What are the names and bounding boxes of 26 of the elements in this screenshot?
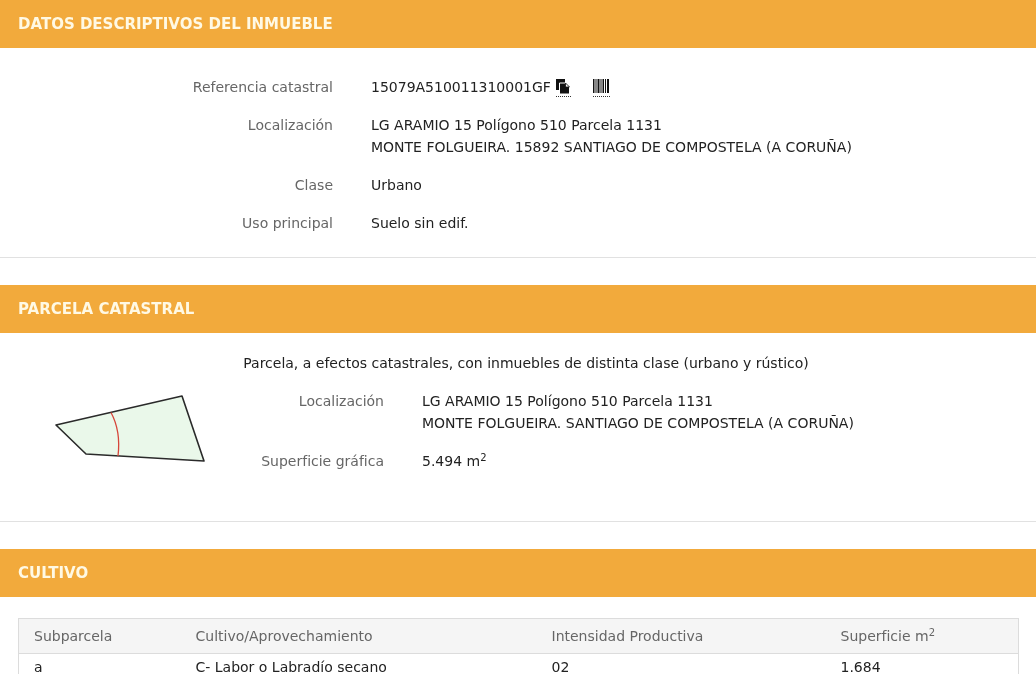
section-header: PARCELA CATASTRAL: [0, 285, 1036, 333]
column-header: Cultivo/Aprovechamiento: [180, 618, 537, 654]
table-cell: a: [18, 653, 181, 674]
section-header: CULTIVO: [0, 549, 1036, 597]
section-header: DATOS DESCRIPTIVOS DEL INMUEBLE: [0, 0, 1036, 48]
field-value: 15079A510011310001GF: [371, 78, 551, 97]
field-value: 5.494 m$^{2}$: [422, 451, 487, 471]
field-value: Suelo sin edif.: [371, 214, 469, 233]
field-label: Superficie gráfica: [261, 452, 384, 471]
field-label: Localización: [298, 392, 384, 411]
table-cell: 02: [536, 653, 826, 674]
barcode-icon[interactable]: [592, 79, 610, 97]
field-label: Uso principal: [242, 214, 333, 233]
copy-icon[interactable]: [555, 79, 571, 97]
field-label: Localización: [247, 116, 333, 135]
field-value: Urbano: [371, 176, 422, 195]
field-label: Referencia catastral: [192, 78, 333, 97]
table-cell: C- Labor o Labradío secano: [180, 653, 537, 674]
field-value: LG ARAMIO 15 Polígono 510 Parcela 1131 MONTE FOLGUEIRA. 15892 SANTIAGO DE COMPOSTELA (A CORUÑA): [371, 116, 852, 157]
table-cell: 1.684: [825, 653, 1019, 674]
parcel-note: Parcela, a efectos catastrales, con inmuebles de distinta clase (urbano y rústico): [242, 354, 809, 373]
column-header: Superficie m$^{2}$: [825, 618, 1019, 654]
field-value: LG ARAMIO 15 Polígono 510 Parcela 1131 MONTE FOLGUEIRA. SANTIAGO DE COMPOSTELA (A CORUÑA): [422, 392, 854, 433]
column-header: Subparcela: [18, 618, 181, 654]
field-label: Clase: [294, 176, 333, 195]
column-header: Intensidad Productiva: [536, 618, 826, 654]
